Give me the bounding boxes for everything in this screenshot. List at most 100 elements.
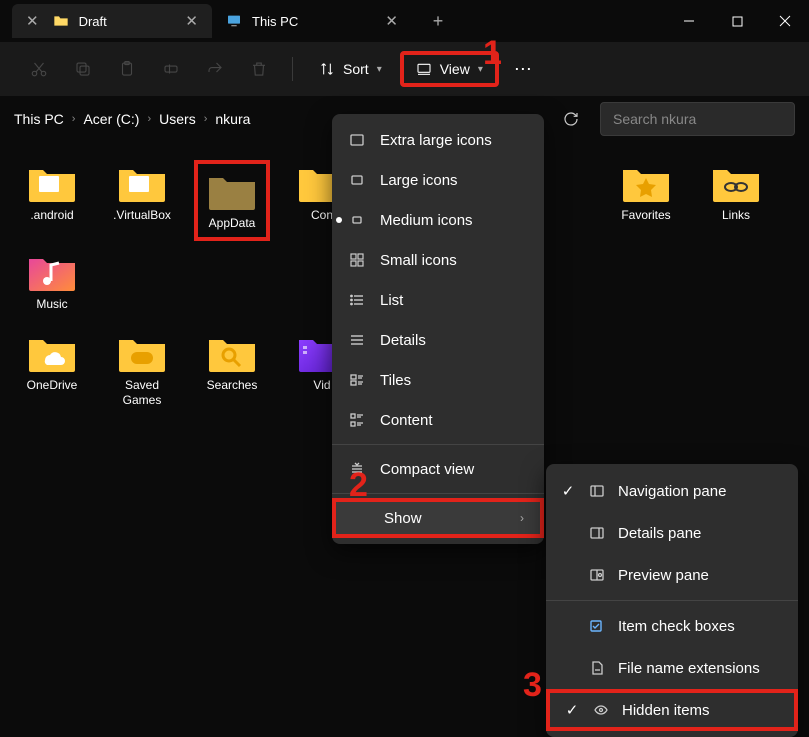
paste-button[interactable] <box>108 50 146 88</box>
folder-appdata[interactable]: AppData <box>194 160 270 241</box>
show-submenu: ✓ Navigation pane Details pane Preview p… <box>546 464 798 737</box>
chevron-right-icon: › <box>204 113 208 125</box>
crumb-nkura[interactable]: nkura <box>215 111 250 127</box>
refresh-button[interactable] <box>554 102 588 136</box>
rect-icon <box>348 171 366 189</box>
file-ext-icon <box>588 659 606 677</box>
check-icon: ✓ <box>560 482 576 500</box>
menu-hidden-items[interactable]: ✓ Hidden items <box>546 689 798 731</box>
close-prev-icon[interactable]: ✕ <box>26 12 39 30</box>
menu-label: Navigation pane <box>618 483 726 500</box>
eye-icon <box>592 701 610 719</box>
folder-label: Favorites <box>621 208 670 223</box>
close-icon[interactable]: ✕ <box>385 12 398 30</box>
folder-android[interactable]: .android <box>14 160 90 241</box>
titlebar: ✕ Draft ✕ This PC ✕ + <box>0 0 809 42</box>
close-icon[interactable]: ✕ <box>185 12 198 30</box>
folder-label: AppData <box>209 216 256 231</box>
minimize-button[interactable] <box>665 0 713 42</box>
crumb-users[interactable]: Users <box>159 111 196 127</box>
nav-pane-icon <box>588 482 606 500</box>
annotation-1: 1 <box>483 34 502 73</box>
menu-label: List <box>380 292 403 309</box>
menu-extra-large-icons[interactable]: Extra large icons <box>332 120 544 160</box>
folder-label: .android <box>30 208 73 223</box>
menu-tiles[interactable]: Tiles <box>332 360 544 400</box>
menu-label: Item check boxes <box>618 618 735 635</box>
menu-label: Details pane <box>618 525 701 542</box>
folder-star-icon <box>621 162 671 204</box>
menu-label: Details <box>380 332 426 349</box>
folder-icon <box>207 170 257 212</box>
view-label: View <box>440 61 470 77</box>
menu-large-icons[interactable]: Large icons <box>332 160 544 200</box>
crumb-this-pc[interactable]: This PC <box>14 111 64 127</box>
maximize-button[interactable] <box>713 0 761 42</box>
folder-virtualbox[interactable]: .VirtualBox <box>104 160 180 241</box>
folder-label: Con <box>311 208 333 223</box>
chevron-down-icon: ▾ <box>377 64 382 75</box>
chevron-right-icon: › <box>72 113 76 125</box>
tiles-icon <box>348 371 366 389</box>
sort-button[interactable]: Sort ▾ <box>307 55 394 83</box>
folder-label: Saved Games <box>106 378 178 408</box>
menu-preview-pane[interactable]: Preview pane <box>546 554 798 596</box>
rename-button[interactable] <box>152 50 190 88</box>
search-input[interactable]: Search nkura <box>600 102 795 136</box>
tab-draft[interactable]: ✕ Draft ✕ <box>12 4 212 38</box>
preview-pane-icon <box>588 566 606 584</box>
folder-onedrive[interactable]: OneDrive <box>14 330 90 410</box>
menu-label: Compact view <box>380 461 474 478</box>
folder-label: Music <box>36 297 67 312</box>
monitor-icon <box>226 13 242 29</box>
divider <box>292 57 293 81</box>
tab-this-pc[interactable]: This PC ✕ <box>212 4 412 38</box>
menu-label: Preview pane <box>618 567 709 584</box>
menu-medium-icons[interactable]: Medium icons <box>332 200 544 240</box>
folder-links[interactable]: Links <box>698 160 774 241</box>
menu-item-check-boxes[interactable]: Item check boxes <box>546 605 798 647</box>
menu-small-icons[interactable]: Small icons <box>332 240 544 280</box>
folder-label: OneDrive <box>27 378 78 393</box>
close-window-button[interactable] <box>761 0 809 42</box>
menu-file-name-extensions[interactable]: File name extensions <box>546 647 798 689</box>
folder-label: Vid <box>313 378 330 393</box>
grid-icon <box>348 251 366 269</box>
folder-music-icon <box>27 251 77 293</box>
sort-label: Sort <box>343 61 369 77</box>
copy-button[interactable] <box>64 50 102 88</box>
tabs-container: ✕ Draft ✕ This PC ✕ + <box>0 0 456 42</box>
selected-indicator <box>336 217 342 223</box>
menu-label: Large icons <box>380 172 458 189</box>
chevron-right-icon: › <box>147 113 151 125</box>
annotation-3: 3 <box>523 666 542 705</box>
new-tab-button[interactable]: + <box>420 3 456 39</box>
menu-details-pane[interactable]: Details pane <box>546 512 798 554</box>
crumb-drive[interactable]: Acer (C:) <box>83 111 139 127</box>
folder-search-icon <box>207 332 257 374</box>
menu-label: Small icons <box>380 252 457 269</box>
toolbar: Sort ▾ View ▾ ⋯ <box>0 42 809 96</box>
list-icon <box>348 291 366 309</box>
details-icon <box>348 331 366 349</box>
folder-searches[interactable]: Searches <box>194 330 270 410</box>
menu-label: Extra large icons <box>380 132 492 149</box>
cut-button[interactable] <box>20 50 58 88</box>
rect-icon <box>348 131 366 149</box>
menu-content[interactable]: Content <box>332 400 544 440</box>
menu-details[interactable]: Details <box>332 320 544 360</box>
folder-label: .VirtualBox <box>113 208 171 223</box>
folder-favorites[interactable]: Favorites <box>608 160 684 241</box>
menu-navigation-pane[interactable]: ✓ Navigation pane <box>546 470 798 512</box>
blank-icon <box>352 509 370 527</box>
folder-music[interactable]: Music <box>14 249 90 314</box>
folder-saved-games[interactable]: Saved Games <box>104 330 180 410</box>
folder-game-icon <box>117 332 167 374</box>
more-button[interactable]: ⋯ <box>505 50 543 88</box>
delete-button[interactable] <box>240 50 278 88</box>
menu-label: File name extensions <box>618 660 760 677</box>
folder-label: Searches <box>207 378 258 393</box>
menu-list[interactable]: List <box>332 280 544 320</box>
share-button[interactable] <box>196 50 234 88</box>
breadcrumb[interactable]: This PC › Acer (C:) › Users › nkura <box>14 111 250 127</box>
